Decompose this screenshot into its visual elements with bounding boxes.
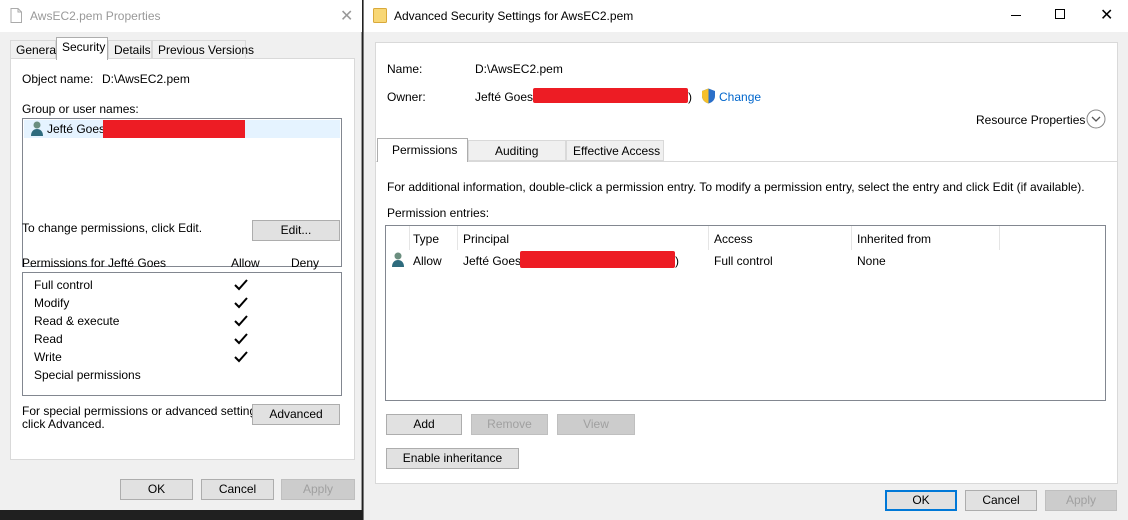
tab-security[interactable]: Security — [56, 37, 108, 60]
cancel-button[interactable]: Cancel — [201, 479, 274, 500]
shield-icon — [701, 88, 716, 107]
permission-entries-table[interactable]: Type Principal Access Inherited from All… — [385, 225, 1106, 401]
row-type: Allow — [413, 254, 442, 268]
advanced-titlebar[interactable]: Advanced Security Settings for AwsEC2.pe… — [364, 0, 1128, 32]
change-owner-link[interactable]: Change — [719, 90, 761, 104]
name-label: Name: — [387, 62, 423, 76]
owner-value: Jefté Goes — [475, 90, 534, 104]
check-icon — [234, 315, 248, 327]
cancel-button[interactable]: Cancel — [965, 490, 1037, 511]
redacted-region — [520, 251, 675, 268]
list-item[interactable]: Jefté Goes — [24, 120, 340, 138]
info-text: For additional information, double-click… — [387, 180, 1085, 194]
apply-button[interactable]: Apply — [1045, 490, 1117, 511]
column-principal[interactable]: Principal — [463, 232, 509, 246]
row-inherited: None — [857, 254, 886, 268]
minimize-icon[interactable] — [1011, 15, 1021, 16]
group-listbox[interactable]: Jefté Goes — [22, 118, 342, 267]
redacted-region — [533, 88, 688, 103]
row-access: Full control — [714, 254, 773, 268]
row-principal: Jefté Goes — [463, 254, 522, 268]
tab-permissions[interactable]: Permissions — [377, 138, 468, 162]
click-advanced-text: click Advanced. — [22, 417, 105, 431]
perm-read: Read — [34, 332, 63, 346]
ok-button[interactable]: OK — [120, 479, 193, 500]
remove-button[interactable]: Remove — [471, 414, 548, 435]
chevron-down-icon[interactable] — [1086, 109, 1106, 132]
perm-read-execute: Read & execute — [34, 314, 120, 328]
perm-write: Write — [34, 350, 62, 364]
permission-entries-label: Permission entries: — [387, 206, 490, 220]
column-access[interactable]: Access — [714, 232, 753, 246]
name-value: D:\AwsEC2.pem — [475, 62, 563, 76]
check-icon — [234, 333, 248, 345]
user-icon — [391, 252, 405, 270]
tab-divider — [376, 161, 1117, 162]
special-permissions-text: For special permissions or advanced sett… — [22, 404, 266, 418]
tab-details[interactable]: Details — [108, 40, 152, 60]
owner-label: Owner: — [387, 90, 426, 104]
perm-full-control: Full control — [34, 278, 93, 292]
object-name-value: D:\AwsEC2.pem — [102, 72, 190, 86]
object-name-label: Object name: — [22, 72, 94, 86]
perm-modify: Modify — [34, 296, 70, 310]
properties-titlebar[interactable]: AwsEC2.pem Properties ✕ — [0, 0, 362, 32]
group-label: Group or user names: — [22, 102, 139, 116]
view-button[interactable]: View — [557, 414, 635, 435]
owner-close-paren: ) — [688, 90, 692, 104]
tab-effective-access[interactable]: Effective Access — [566, 140, 664, 161]
advanced-body: Name: D:\AwsEC2.pem Owner: Jefté Goes ) … — [375, 42, 1118, 484]
tab-auditing[interactable]: Auditing — [468, 140, 566, 161]
change-permissions-text: To change permissions, click Edit. — [22, 221, 203, 235]
add-button[interactable]: Add — [386, 414, 462, 435]
advanced-title: Advanced Security Settings for AwsEC2.pe… — [394, 9, 634, 23]
resource-properties-label: Resource Properties — [976, 113, 1086, 127]
permissions-listbox: Full control Modify Read & execute Read … — [22, 272, 342, 396]
user-icon — [30, 121, 44, 139]
check-icon — [234, 279, 248, 291]
edit-button[interactable]: Edit... — [252, 220, 340, 241]
enable-inheritance-button[interactable]: Enable inheritance — [386, 448, 519, 469]
close-icon[interactable]: ✕ — [1100, 5, 1113, 25]
allow-header: Allow — [231, 256, 260, 270]
tab-general[interactable]: General — [10, 40, 59, 60]
security-panel: Object name: D:\AwsEC2.pem Group or user… — [10, 58, 355, 460]
redacted-region — [103, 120, 245, 138]
advanced-security-dialog: Advanced Security Settings for AwsEC2.pe… — [363, 0, 1128, 520]
column-inherited-from[interactable]: Inherited from — [857, 232, 931, 246]
file-icon — [10, 8, 22, 26]
row-principal-close-paren: ) — [675, 254, 679, 268]
user-name: Jefté Goes — [47, 122, 106, 136]
perm-special: Special permissions — [34, 368, 141, 382]
maximize-icon[interactable] — [1055, 9, 1065, 19]
deny-header: Deny — [291, 256, 320, 270]
check-icon — [234, 297, 248, 309]
advanced-button[interactable]: Advanced — [252, 404, 340, 425]
properties-title: AwsEC2.pem Properties — [30, 9, 161, 23]
table-row[interactable]: Allow Jefté Goes ) Full control None — [386, 250, 1105, 270]
ok-button[interactable]: OK — [885, 490, 957, 511]
permissions-for-label: Permissions for Jefté Goes — [22, 256, 167, 270]
column-type[interactable]: Type — [413, 232, 439, 246]
properties-dialog: AwsEC2.pem Properties ✕ General Security… — [0, 0, 362, 510]
folder-icon — [373, 8, 387, 26]
tab-previous-versions[interactable]: Previous Versions — [152, 40, 254, 60]
apply-button[interactable]: Apply — [281, 479, 355, 500]
check-icon — [234, 351, 248, 363]
close-icon[interactable]: ✕ — [340, 6, 353, 26]
